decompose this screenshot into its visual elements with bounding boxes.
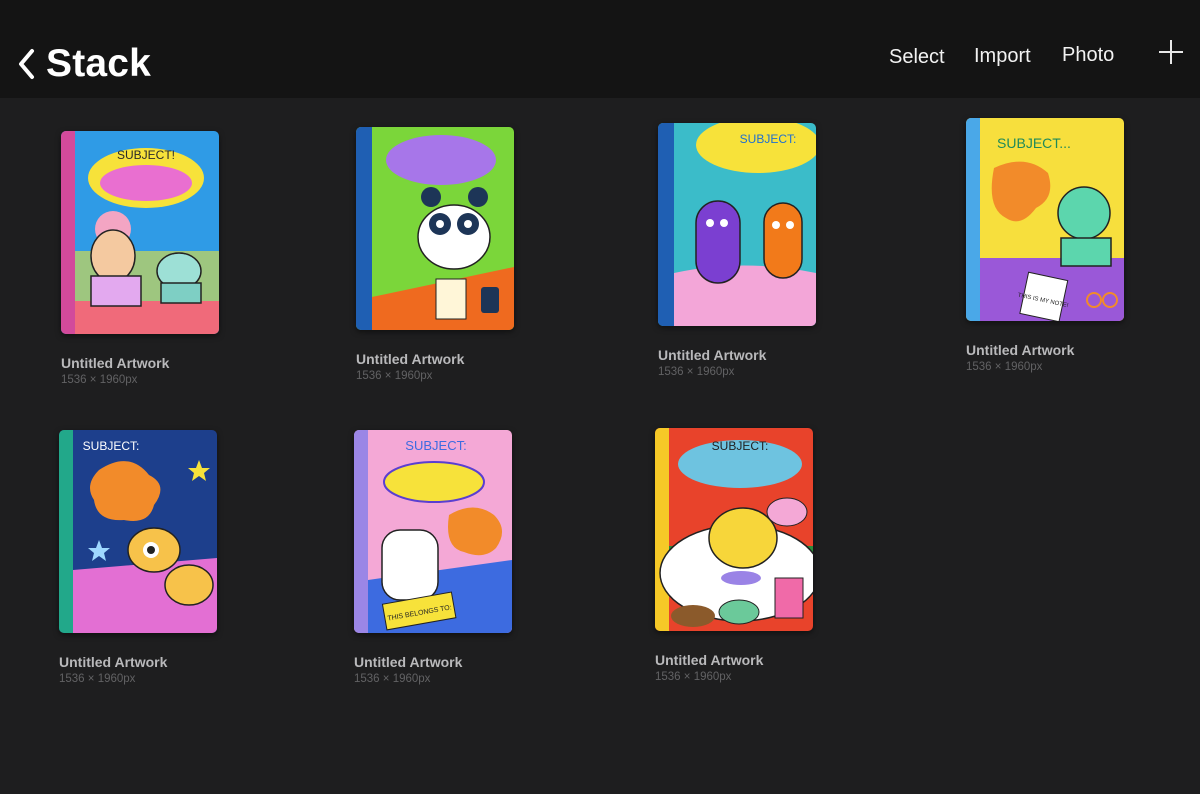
cover-title: SUBJECT: <box>740 132 797 146</box>
artwork-cover-image: SUBJECT! <box>61 131 219 334</box>
artwork-thumbnail[interactable]: SUBJECT: THIS BELONGS TO: <box>354 430 512 633</box>
cover-title: SUBJECT... <box>997 135 1071 151</box>
cover-title: SUBJECT: <box>712 439 769 453</box>
artwork-dimensions: 1536 × 1960px <box>61 374 138 386</box>
artwork-name: Untitled Artwork <box>356 351 465 367</box>
cover-title: SUBJECT: <box>83 439 140 453</box>
artwork-cover-image <box>356 127 514 330</box>
artwork-dimensions: 1536 × 1960px <box>658 366 735 378</box>
import-button[interactable]: Import <box>974 45 1031 68</box>
artwork-cover-image: SUBJECT: <box>658 123 816 326</box>
artwork-dimensions: 1536 × 1960px <box>966 361 1043 373</box>
artwork-cover-image: SUBJECT... THIS IS MY NOTE! <box>966 118 1124 321</box>
artwork-name: Untitled Artwork <box>354 654 463 670</box>
artwork-thumbnail[interactable]: SUBJECT! <box>61 131 219 334</box>
page-title: Stack <box>46 42 152 85</box>
artwork-cover-image: SUBJECT: <box>59 430 217 633</box>
artwork-name: Untitled Artwork <box>59 654 168 670</box>
back-button[interactable]: Stack <box>16 42 151 86</box>
plus-icon[interactable] <box>1157 38 1185 66</box>
chevron-left-icon <box>19 49 34 79</box>
artwork-name: Untitled Artwork <box>966 342 1075 358</box>
artwork-dimensions: 1536 × 1960px <box>354 673 431 685</box>
artwork-cover-image: SUBJECT: <box>655 428 813 631</box>
artwork-name: Untitled Artwork <box>655 652 764 668</box>
select-button[interactable]: Select <box>889 46 945 69</box>
cover-title: SUBJECT! <box>117 148 175 162</box>
photo-button[interactable]: Photo <box>1062 44 1114 67</box>
cover-title: SUBJECT: <box>405 438 466 453</box>
artwork-thumbnail[interactable] <box>356 127 514 330</box>
artwork-thumbnail[interactable]: SUBJECT... THIS IS MY NOTE! <box>966 118 1124 321</box>
artwork-dimensions: 1536 × 1960px <box>655 671 732 683</box>
artwork-dimensions: 1536 × 1960px <box>356 370 433 382</box>
artwork-thumbnail[interactable]: SUBJECT: <box>59 430 217 633</box>
artwork-name: Untitled Artwork <box>658 347 767 363</box>
artwork-cover-image: SUBJECT: THIS BELONGS TO: <box>354 430 512 633</box>
artwork-thumbnail[interactable]: SUBJECT: <box>655 428 813 631</box>
artwork-thumbnail[interactable]: SUBJECT: <box>658 123 816 326</box>
artwork-dimensions: 1536 × 1960px <box>59 673 136 685</box>
artwork-name: Untitled Artwork <box>61 355 170 371</box>
